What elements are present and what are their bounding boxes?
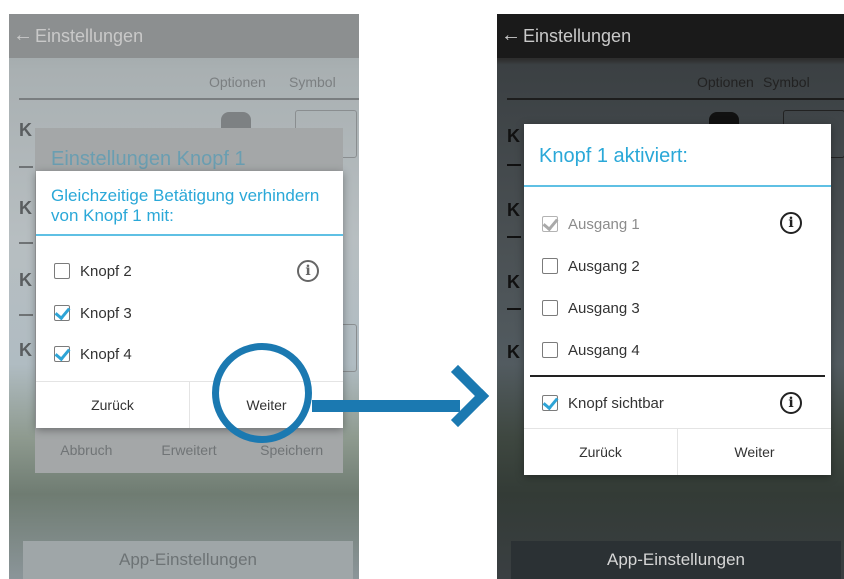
app-bar: ← Einstellungen xyxy=(9,14,359,58)
column-header-symbol: Symbol xyxy=(763,74,810,90)
row-label: K xyxy=(507,126,520,146)
dialog-buttons: Zurück Weiter xyxy=(524,428,831,475)
checkbox-item-visible[interactable]: Knopf sichtbar xyxy=(542,392,664,414)
checkbox-checked-disabled xyxy=(542,216,558,232)
checkbox-label: Ausgang 4 xyxy=(568,341,640,359)
checkbox-item[interactable]: Ausgang 4 xyxy=(542,339,640,361)
row-divider xyxy=(507,308,521,310)
checkbox-label: Knopf sichtbar xyxy=(568,394,664,412)
checkbox-label: Ausgang 3 xyxy=(568,299,640,317)
checkbox-checked[interactable] xyxy=(542,395,558,411)
underlying-dialog-buttons: Abbruch Erweitert Speichern xyxy=(35,428,343,473)
next-button[interactable]: Weiter xyxy=(677,429,831,475)
row-divider xyxy=(19,166,33,168)
app-bar: ← Einstellungen xyxy=(497,14,844,58)
dialog-title: Gleichzeitige Betätigung verhindern von … xyxy=(51,186,320,225)
back-button[interactable]: Zurück xyxy=(36,382,189,428)
checkbox-label: Ausgang 2 xyxy=(568,257,640,275)
checkbox-item[interactable]: Knopf 3 xyxy=(54,302,132,324)
arrow-right-icon xyxy=(426,364,490,428)
row-divider xyxy=(19,314,33,316)
checkbox-item[interactable]: Ausgang 2 xyxy=(542,255,640,277)
row-divider xyxy=(507,164,521,166)
title-divider xyxy=(36,234,343,236)
checkbox-unchecked[interactable] xyxy=(54,263,70,279)
checkbox-label: Ausgang 1 xyxy=(568,215,640,233)
row-divider xyxy=(507,236,521,238)
checkbox-checked[interactable] xyxy=(54,346,70,362)
checkbox-label: Knopf 3 xyxy=(80,304,132,322)
cancel-button[interactable]: Abbruch xyxy=(35,428,138,473)
row-label: K xyxy=(507,342,520,362)
checkbox-item[interactable]: Knopf 4 xyxy=(54,343,132,365)
column-header-options: Optionen xyxy=(209,74,266,90)
checkbox-unchecked[interactable] xyxy=(542,342,558,358)
row-label: K xyxy=(507,200,520,220)
row-label: K xyxy=(19,198,32,218)
app-title: Einstellungen xyxy=(523,26,632,46)
info-icon[interactable]: i xyxy=(780,212,802,234)
checkbox-label: Knopf 2 xyxy=(80,262,132,280)
back-button[interactable]: Zurück xyxy=(524,429,677,475)
title-divider xyxy=(524,185,831,187)
app-settings-button[interactable]: App-Einstellungen xyxy=(511,541,841,579)
highlight-circle xyxy=(212,343,312,443)
checkbox-item[interactable]: Knopf 2 xyxy=(54,260,132,282)
checkbox-unchecked[interactable] xyxy=(542,258,558,274)
header-divider xyxy=(19,98,359,100)
row-label: K xyxy=(19,270,32,290)
left-screen: ← Einstellungen Optionen Symbol K K K K … xyxy=(9,14,359,579)
checkbox-checked[interactable] xyxy=(54,305,70,321)
underlying-dialog-title: Einstellungen Knopf 1 xyxy=(51,148,246,170)
checkbox-item[interactable]: Ausgang 3 xyxy=(542,297,640,319)
checkbox-label: Knopf 4 xyxy=(80,345,132,363)
column-header-symbol: Symbol xyxy=(289,74,336,90)
right-screen: ← Einstellungen Optionen Symbol K K K K … xyxy=(497,14,844,579)
back-arrow-icon[interactable]: ← xyxy=(13,24,33,47)
info-icon[interactable]: i xyxy=(780,392,802,414)
row-divider xyxy=(19,242,33,244)
checkbox-item-disabled: Ausgang 1 xyxy=(542,213,640,235)
header-divider xyxy=(507,98,844,100)
row-label: K xyxy=(19,340,32,360)
dialog-title: Knopf 1 aktiviert: xyxy=(539,145,688,167)
activation-dialog: Knopf 1 aktiviert: Ausgang 1 i Ausgang 2… xyxy=(524,124,831,475)
back-arrow-icon[interactable]: ← xyxy=(501,24,521,47)
app-title: Einstellungen xyxy=(35,26,144,46)
row-label: K xyxy=(507,272,520,292)
advanced-button[interactable]: Erweitert xyxy=(138,428,241,473)
app-settings-button[interactable]: App-Einstellungen xyxy=(23,541,353,579)
checkbox-unchecked[interactable] xyxy=(542,300,558,316)
column-header-options: Optionen xyxy=(697,74,754,90)
info-icon[interactable]: i xyxy=(297,260,319,282)
row-label: K xyxy=(19,120,32,140)
section-divider xyxy=(530,375,825,377)
